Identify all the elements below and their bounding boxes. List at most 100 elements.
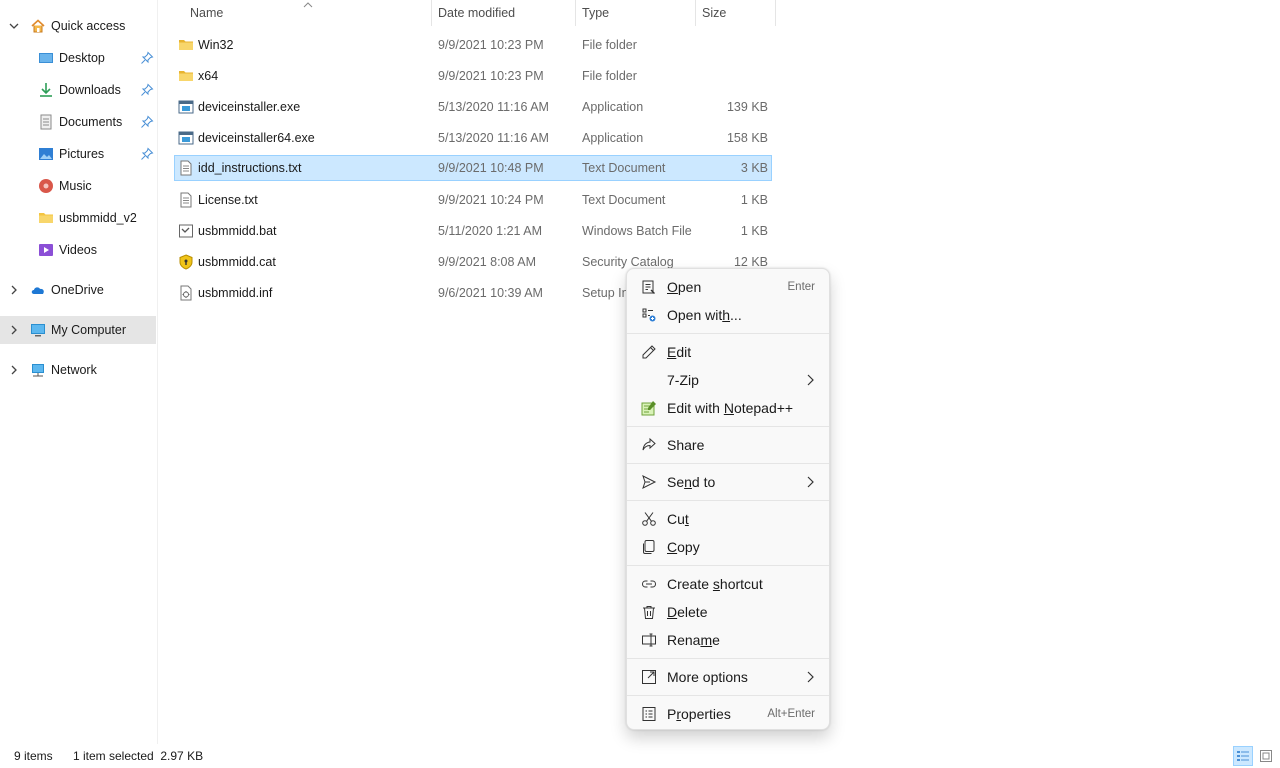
- music-icon: [38, 178, 54, 194]
- menu-item-copy[interactable]: Copy: [631, 533, 825, 561]
- chevron-right-icon[interactable]: [8, 324, 20, 336]
- file-row-x64[interactable]: x64 9/9/2021 10:23 PM File folder: [174, 63, 772, 89]
- file-row-win32[interactable]: Win32 9/9/2021 10:23 PM File folder: [174, 32, 772, 58]
- nav-item-downloads[interactable]: Downloads: [0, 76, 156, 104]
- file-type: Text Document: [582, 193, 666, 207]
- menu-item-properties[interactable]: Properties Alt+Enter: [631, 700, 825, 728]
- properties-icon: [641, 706, 657, 722]
- nav-label: Documents: [59, 115, 123, 129]
- file-name: usbmmidd.inf: [198, 286, 273, 300]
- documents-icon: [38, 114, 54, 130]
- menu-item-label: Edit with Notepad++: [667, 400, 794, 416]
- pin-icon[interactable]: [140, 147, 154, 161]
- details-view-button[interactable]: [1233, 746, 1253, 766]
- menu-item-edit-with-notepad[interactable]: Edit with Notepad++: [631, 394, 825, 422]
- menu-item-7zip[interactable]: 7-Zip: [631, 366, 825, 394]
- file-row-deviceinstaller64-exe[interactable]: deviceinstaller64.exe 5/13/2020 11:16 AM…: [174, 125, 772, 151]
- column-date-modified[interactable]: Date modified: [430, 0, 574, 26]
- nav-label: OneDrive: [51, 283, 104, 297]
- menu-item-rename[interactable]: Rename: [631, 626, 825, 654]
- chevron-right-icon: [805, 671, 815, 683]
- menu-separator: [627, 500, 829, 501]
- pin-icon[interactable]: [140, 83, 154, 97]
- videos-icon: [38, 242, 54, 258]
- menu-separator: [627, 695, 829, 696]
- file-name: deviceinstaller64.exe: [198, 131, 315, 145]
- nav-network[interactable]: Network: [0, 356, 156, 384]
- file-name: Win32: [198, 38, 234, 52]
- file-row-idd-instructions-txt[interactable]: idd_instructions.txt 9/9/2021 10:48 PM T…: [174, 155, 772, 181]
- file-date: 9/9/2021 10:48 PM: [438, 161, 544, 175]
- menu-item-open-with[interactable]: Open with...: [631, 301, 825, 329]
- nav-item-videos[interactable]: Videos: [0, 236, 156, 264]
- computer-icon: [30, 322, 46, 338]
- column-size[interactable]: Size: [694, 0, 774, 26]
- nav-label: My Computer: [51, 323, 127, 337]
- file-type: Setup Int: [582, 286, 633, 300]
- nav-item-usbmmidd-v2[interactable]: usbmmidd_v2: [0, 204, 156, 232]
- pin-icon[interactable]: [140, 115, 154, 129]
- file-name: deviceinstaller.exe: [198, 100, 301, 114]
- scissors-icon: [641, 511, 657, 527]
- file-size: 1 KB: [740, 193, 768, 207]
- nav-item-music[interactable]: Music: [0, 172, 156, 200]
- file-name: x64: [198, 69, 219, 83]
- file-type: File folder: [582, 69, 637, 83]
- nav-quick-access[interactable]: Quick access: [0, 12, 156, 40]
- folder-icon: [178, 37, 194, 53]
- nav-item-desktop[interactable]: Desktop: [0, 44, 156, 72]
- nav-label: usbmmidd_v2: [59, 211, 137, 225]
- menu-item-label: Share: [667, 437, 705, 453]
- network-icon: [30, 362, 46, 378]
- menu-separator: [627, 333, 829, 334]
- open-with-icon: [641, 307, 657, 323]
- nav-my-computer[interactable]: My Computer: [0, 316, 156, 344]
- menu-item-share[interactable]: Share: [631, 431, 825, 459]
- menu-item-edit[interactable]: Edit: [631, 338, 825, 366]
- chevron-down-icon[interactable]: [8, 20, 20, 32]
- file-row-license-txt[interactable]: License.txt 9/9/2021 10:24 PM Text Docum…: [174, 187, 772, 213]
- large-icons-view-button[interactable]: [1256, 746, 1276, 766]
- file-size: 1 KB: [740, 224, 768, 238]
- nav-onedrive[interactable]: OneDrive: [0, 276, 156, 304]
- file-date: 9/9/2021 10:24 PM: [438, 193, 544, 207]
- file-type: Windows Batch File: [582, 224, 692, 238]
- menu-item-more-options[interactable]: More options: [631, 663, 825, 691]
- file-name: idd_instructions.txt: [198, 161, 302, 175]
- pin-icon[interactable]: [140, 51, 154, 65]
- navigation-pane: Quick access Desktop Downloads Documents: [0, 0, 158, 744]
- menu-item-label: Edit: [667, 344, 692, 360]
- menu-separator: [627, 565, 829, 566]
- setup-info-icon: [178, 285, 194, 301]
- status-bar: 9 items 1 item selected 2.97 KB: [0, 744, 1280, 768]
- menu-item-label: 7-Zip: [667, 372, 699, 388]
- file-date: 9/9/2021 10:23 PM: [438, 69, 544, 83]
- menu-item-open[interactable]: Open Enter: [631, 273, 825, 301]
- file-row-deviceinstaller-exe[interactable]: deviceinstaller.exe 5/13/2020 11:16 AM A…: [174, 94, 772, 120]
- column-name[interactable]: Name: [182, 0, 432, 26]
- chevron-right-icon[interactable]: [8, 284, 20, 296]
- batch-file-icon: [178, 223, 194, 239]
- file-row-usbmmidd-bat[interactable]: usbmmidd.bat 5/11/2020 1:21 AM Windows B…: [174, 218, 772, 244]
- file-size: 3 KB: [740, 161, 768, 175]
- text-file-icon: [178, 192, 194, 208]
- menu-item-create-shortcut[interactable]: Create shortcut: [631, 570, 825, 598]
- menu-item-cut[interactable]: Cut: [631, 505, 825, 533]
- desktop-icon: [38, 50, 54, 66]
- open-icon: [641, 279, 657, 295]
- menu-item-delete[interactable]: Delete: [631, 598, 825, 626]
- menu-item-label: Delete: [667, 604, 708, 620]
- file-name: License.txt: [198, 193, 258, 207]
- menu-item-send-to[interactable]: Send to: [631, 468, 825, 496]
- cloud-icon: [30, 282, 46, 298]
- nav-item-pictures[interactable]: Pictures: [0, 140, 156, 168]
- chevron-right-icon[interactable]: [8, 364, 20, 376]
- download-icon: [38, 82, 54, 98]
- column-type[interactable]: Type: [574, 0, 694, 26]
- menu-item-label: Copy: [667, 539, 700, 555]
- link-icon: [641, 576, 657, 592]
- chevron-right-icon: [805, 476, 815, 488]
- column-divider[interactable]: [775, 0, 776, 26]
- nav-item-documents[interactable]: Documents: [0, 108, 156, 136]
- nav-label: Quick access: [51, 19, 126, 33]
